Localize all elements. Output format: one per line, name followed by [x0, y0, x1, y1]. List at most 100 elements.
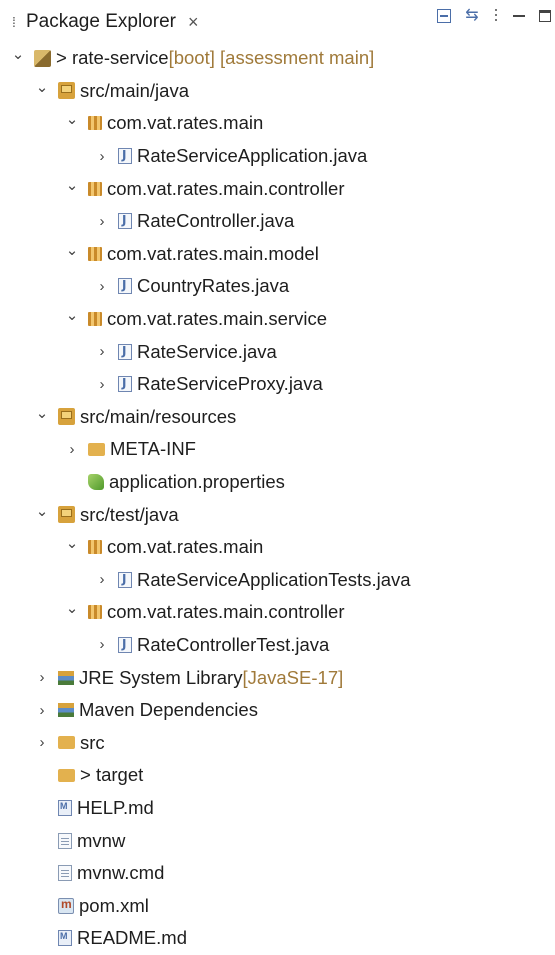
tree-item[interactable]: ›pom.xml: [0, 889, 555, 922]
tree-item-label: src/test/java: [80, 503, 179, 525]
tree-item-label: pom.xml: [79, 894, 149, 916]
tree-item[interactable]: › src: [0, 726, 555, 759]
view-tab-bar: ⁞ Package Explorer × ⇆: [0, 0, 555, 38]
tree-item[interactable]: › Maven Dependencies: [0, 694, 555, 727]
tree-item-label: RateControllerTest.java: [137, 633, 330, 655]
source-folder-icon: [58, 82, 75, 100]
chevron-right-icon[interactable]: ›: [36, 669, 48, 686]
tree-item-label: src/main/java: [80, 79, 189, 101]
package-icon: [88, 116, 102, 131]
project-icon: [34, 49, 51, 67]
chevron-down-icon[interactable]: ⌄: [36, 79, 49, 96]
link-with-editor-icon[interactable]: ⇆: [465, 8, 479, 24]
chevron-right-icon[interactable]: ›: [96, 571, 108, 588]
java-file-icon: [118, 636, 132, 653]
tree-item-label: mvnw.cmd: [77, 862, 165, 884]
chevron-right-icon[interactable]: ›: [96, 636, 108, 653]
collapse-all-icon[interactable]: [437, 9, 451, 23]
tree-item[interactable]: › RateServiceProxy.java: [0, 368, 555, 401]
tree-item[interactable]: ⌄ src/test/java: [0, 498, 555, 531]
tab-package-explorer[interactable]: ⁞ Package Explorer ×: [0, 6, 218, 38]
tree-item-label: Maven Dependencies: [79, 699, 258, 721]
package-icon: [88, 312, 102, 327]
text-file-icon: [58, 865, 72, 882]
tree-item[interactable]: › RateService.java: [0, 335, 555, 368]
java-file-icon: [118, 278, 132, 295]
chevron-right-icon[interactable]: ›: [96, 148, 108, 165]
view-menu-icon[interactable]: [493, 9, 499, 23]
java-file-icon: [118, 571, 132, 588]
tree-item-label: com.vat.rates.main.model: [107, 242, 319, 264]
chevron-right-icon[interactable]: ›: [96, 376, 108, 393]
chevron-down-icon[interactable]: ⌄: [66, 307, 79, 324]
chevron-right-icon[interactable]: ›: [36, 734, 48, 751]
tree-item[interactable]: › META-INF: [0, 433, 555, 466]
minimize-icon[interactable]: [513, 9, 525, 23]
chevron-right-icon[interactable]: ›: [66, 441, 78, 458]
chevron-down-icon[interactable]: ⌄: [66, 242, 79, 259]
chevron-down-icon[interactable]: ⌄: [66, 111, 79, 128]
tab-title: Package Explorer: [26, 11, 176, 32]
tree-item-label: com.vat.rates.main.service: [107, 308, 328, 330]
tree-item[interactable]: › RateServiceApplication.java: [0, 140, 555, 173]
project-tree: ⌄ > rate-service [boot] [assessment main]…: [0, 42, 555, 955]
chevron-down-icon[interactable]: ⌄: [12, 46, 25, 63]
tree-item[interactable]: ›mvnw.cmd: [0, 857, 555, 890]
tree-item-label: RateServiceProxy.java: [137, 373, 323, 395]
source-folder-icon: [58, 408, 75, 426]
tree-item-label: README.md: [77, 927, 187, 949]
tree-item[interactable]: › JRE System Library [JavaSE-17]: [0, 661, 555, 694]
view-toolbar: ⇆: [437, 4, 551, 28]
tree-item-decoration: [JavaSE-17]: [242, 666, 344, 688]
chevron-down-icon[interactable]: ⌄: [36, 405, 49, 422]
tree-item[interactable]: ›application.properties: [0, 466, 555, 499]
maven-pom-icon: [58, 897, 74, 914]
chevron-right-icon[interactable]: ›: [96, 343, 108, 360]
tree-item-label: RateServiceApplicationTests.java: [137, 568, 411, 590]
folder-icon: [88, 442, 105, 456]
tree-item[interactable]: › RateServiceApplicationTests.java: [0, 564, 555, 597]
tree-item-label: src: [80, 731, 105, 753]
markdown-file-icon: [58, 930, 72, 947]
tree-item-label: com.vat.rates.main: [107, 536, 264, 558]
tree-item-label: META-INF: [110, 438, 196, 460]
chevron-down-icon[interactable]: ⌄: [36, 503, 49, 520]
tree-item-label: JRE System Library: [79, 666, 243, 688]
properties-file-icon: [88, 474, 104, 491]
tree-item[interactable]: › RateControllerTest.java: [0, 629, 555, 662]
tree-item-label: com.vat.rates.main: [107, 112, 264, 134]
tree-item[interactable]: ⌄ src/main/java: [0, 75, 555, 108]
tree-item[interactable]: › CountryRates.java: [0, 270, 555, 303]
chevron-down-icon[interactable]: ⌄: [66, 535, 79, 552]
maximize-icon[interactable]: [539, 10, 551, 22]
tree-item-label: RateController.java: [137, 210, 295, 232]
tree-item-label: com.vat.rates.main.controller: [107, 177, 345, 199]
chevron-right-icon[interactable]: ›: [96, 278, 108, 295]
tree-item[interactable]: ⌄ com.vat.rates.main.controller: [0, 172, 555, 205]
tree-item[interactable]: ⌄ > rate-service [boot] [assessment main]: [0, 42, 555, 75]
tree-item[interactable]: › RateController.java: [0, 205, 555, 238]
tree-item[interactable]: ›> target: [0, 759, 555, 792]
tree-item[interactable]: ⌄ com.vat.rates.main: [0, 107, 555, 140]
tree-item[interactable]: ⌄ com.vat.rates.main.service: [0, 303, 555, 336]
chevron-down-icon[interactable]: ⌄: [66, 177, 79, 194]
tree-item[interactable]: ›HELP.md: [0, 792, 555, 825]
package-icon: [88, 181, 102, 196]
tree-item[interactable]: ⌄ com.vat.rates.main.model: [0, 238, 555, 271]
tree-item[interactable]: ›mvnw: [0, 824, 555, 857]
folder-icon: [58, 736, 75, 750]
tree-item-decoration: [boot] [assessment main]: [168, 47, 375, 69]
chevron-right-icon[interactable]: ›: [36, 702, 48, 719]
tree-item[interactable]: ⌄ src/main/resources: [0, 401, 555, 434]
chevron-right-icon[interactable]: ›: [96, 213, 108, 230]
tree-item[interactable]: ⌄ com.vat.rates.main.controller: [0, 596, 555, 629]
tree-item-label: com.vat.rates.main.controller: [107, 601, 345, 623]
java-file-icon: [118, 376, 132, 393]
tree-item-label: RateServiceApplication.java: [137, 145, 368, 167]
tree-item[interactable]: ⌄ com.vat.rates.main: [0, 531, 555, 564]
chevron-down-icon[interactable]: ⌄: [66, 600, 79, 617]
library-icon: [58, 670, 74, 685]
tree-item[interactable]: ›README.md: [0, 922, 555, 955]
close-icon[interactable]: ×: [188, 12, 199, 33]
tree-item-label: src/main/resources: [80, 405, 237, 427]
